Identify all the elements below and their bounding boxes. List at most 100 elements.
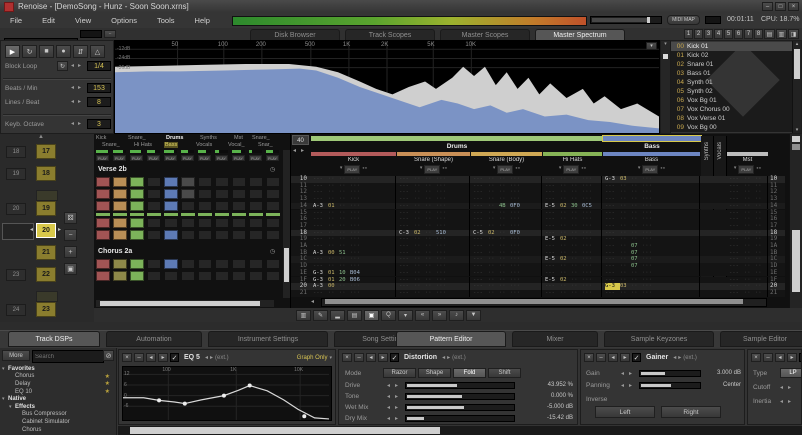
instrument-cell[interactable]: ·· [488, 243, 499, 250]
dsp-tree-item[interactable]: ▾Favorites [2, 365, 114, 373]
note-cell[interactable]: A-3 [313, 250, 328, 257]
tab-pattern-editor[interactable]: Pattern Editor [396, 331, 506, 347]
pattern-cell[interactable]: ---······· [471, 263, 542, 270]
volume-cell[interactable]: ·· [571, 223, 582, 230]
matrix-cell[interactable] [147, 271, 161, 281]
note-cell[interactable]: --- [473, 176, 488, 183]
effect-cell[interactable]: ··· [436, 283, 452, 290]
instrument-cell[interactable]: ·· [744, 203, 755, 210]
volume-cell[interactable]: ·· [571, 250, 582, 257]
note-cell[interactable]: --- [729, 230, 744, 237]
instrument-row[interactable]: 02Snare 01 [671, 60, 793, 69]
block-loop-icon[interactable]: ▼ [466, 310, 481, 321]
distortion-wet-mix-inc-icon[interactable]: ▸ [395, 404, 398, 411]
volume-cell[interactable]: ·· [755, 176, 766, 183]
pattern-cell[interactable]: ---······· [397, 236, 470, 243]
volume-cell[interactable]: ·· [499, 176, 510, 183]
note-cell[interactable]: --- [729, 183, 744, 190]
note-cell[interactable]: --- [399, 263, 414, 270]
volume-cell[interactable]: ·· [571, 176, 582, 183]
matrix-track-name[interactable]: Kick [96, 135, 106, 141]
effect-cell[interactable]: ··· [436, 290, 452, 297]
instrument-cell[interactable]: ·· [560, 270, 571, 277]
instrument-cell[interactable]: 03 [620, 283, 631, 290]
instrument-cell[interactable]: ·· [488, 216, 499, 223]
note-cell[interactable]: --- [605, 270, 620, 277]
view-preset-8[interactable]: 8 [754, 29, 763, 39]
effect-cell[interactable]: ··· [582, 196, 598, 203]
track-play-button[interactable]: PLAY [344, 165, 360, 174]
matrix-cell[interactable] [130, 230, 144, 240]
volume-cell[interactable]: ·· [755, 223, 766, 230]
effect-cell[interactable]: ··· [436, 216, 452, 223]
volume-cell[interactable]: ·· [339, 183, 350, 190]
tab-sample-keyzones[interactable]: Sample Keyzones [604, 331, 714, 347]
instrument-cell[interactable]: 02 [560, 256, 571, 263]
volume-cell[interactable]: ·· [755, 203, 766, 210]
note-cell[interactable]: --- [473, 223, 488, 230]
pattern-cell[interactable]: ---··07··· [603, 243, 700, 250]
volume-cell[interactable]: ·· [425, 243, 436, 250]
volume-cell[interactable]: ·· [571, 256, 582, 263]
pattern-cell[interactable]: G-303····· [603, 176, 700, 183]
matrix-cell[interactable] [147, 177, 161, 187]
instrument-cell[interactable]: ·· [414, 203, 425, 210]
pattern-cell[interactable]: ---······· [471, 216, 542, 223]
volume-cell[interactable]: ·· [425, 270, 436, 277]
volume-cell[interactable]: 07 [631, 256, 642, 263]
instrument-cell[interactable]: ·· [744, 290, 755, 297]
dsp-tree-item[interactable]: Chorus [2, 426, 114, 434]
instrument-cell[interactable]: ·· [560, 250, 571, 257]
volume-cell[interactable]: ·· [339, 236, 350, 243]
volume-cell[interactable]: ·· [631, 216, 642, 223]
note-cell[interactable]: C-3 [399, 230, 414, 237]
distortion-mode-fold[interactable]: Fold [453, 368, 486, 378]
instrument-cell[interactable]: ·· [744, 210, 755, 217]
track-name[interactable]: Mst [727, 157, 768, 163]
instrument-cell[interactable]: ·· [328, 290, 339, 297]
transport-dec-1[interactable]: ◂ [71, 84, 74, 91]
volume-cell[interactable]: 10 [339, 270, 350, 277]
device-move-left-icon[interactable]: ◂ [775, 353, 785, 362]
effect-cell[interactable]: ··· [350, 223, 366, 230]
matrix-cell[interactable] [147, 218, 161, 228]
instrument-row[interactable]: 01Kick 02 [671, 51, 793, 60]
note-cell[interactable]: --- [473, 189, 488, 196]
sequencer-slot-number[interactable]: 19 [6, 168, 26, 180]
note-cell[interactable]: --- [545, 210, 560, 217]
instrument-cell[interactable]: ·· [560, 283, 571, 290]
effect-cell[interactable]: ··· [436, 256, 452, 263]
view-preset-6[interactable]: 6 [734, 29, 743, 39]
note-cell[interactable]: --- [473, 236, 488, 243]
device-move-right-icon[interactable]: ▸ [378, 353, 388, 362]
pattern-cell[interactable]: ---······· [727, 196, 768, 203]
matrix-cell[interactable] [164, 271, 178, 281]
track-name[interactable]: Snare (Body) [471, 157, 542, 163]
effect-cell[interactable]: ··· [510, 223, 526, 230]
effect-cell[interactable]: ··· [510, 216, 526, 223]
volume-cell[interactable]: ·· [499, 216, 510, 223]
effect-cell[interactable]: ··· [766, 270, 768, 277]
effect-cell[interactable]: ··· [642, 250, 658, 257]
pattern-cell[interactable]: ---······· [397, 183, 470, 190]
more-button[interactable]: More [2, 350, 30, 361]
instrument-cell[interactable]: ·· [560, 223, 571, 230]
pattern-cell[interactable]: ---······· [603, 183, 700, 190]
matrix-cell[interactable] [198, 177, 212, 187]
effect-cell[interactable]: ··· [436, 270, 452, 277]
clock-icon[interactable]: ◷ [270, 166, 275, 173]
note-cell[interactable]: --- [399, 216, 414, 223]
matrix-cell[interactable] [215, 259, 229, 269]
volume-cell[interactable]: ·· [755, 290, 766, 297]
pattern-cell[interactable]: ---······· [471, 210, 542, 217]
volume-cell[interactable]: ·· [631, 230, 642, 237]
matrix-cell[interactable] [113, 177, 127, 187]
distortion-drive-dec-icon[interactable]: ◂ [387, 382, 390, 389]
note-cell[interactable]: E-5 [545, 203, 560, 210]
pattern-cell[interactable]: ---······· [311, 183, 396, 190]
sequencer-pattern-20[interactable]: 20 [36, 223, 56, 238]
effect-cell[interactable]: ··· [582, 223, 598, 230]
favorite-star-icon[interactable]: ★ [105, 373, 110, 380]
note-cell[interactable]: --- [313, 210, 328, 217]
instrument-cell[interactable]: 02 [560, 277, 571, 284]
